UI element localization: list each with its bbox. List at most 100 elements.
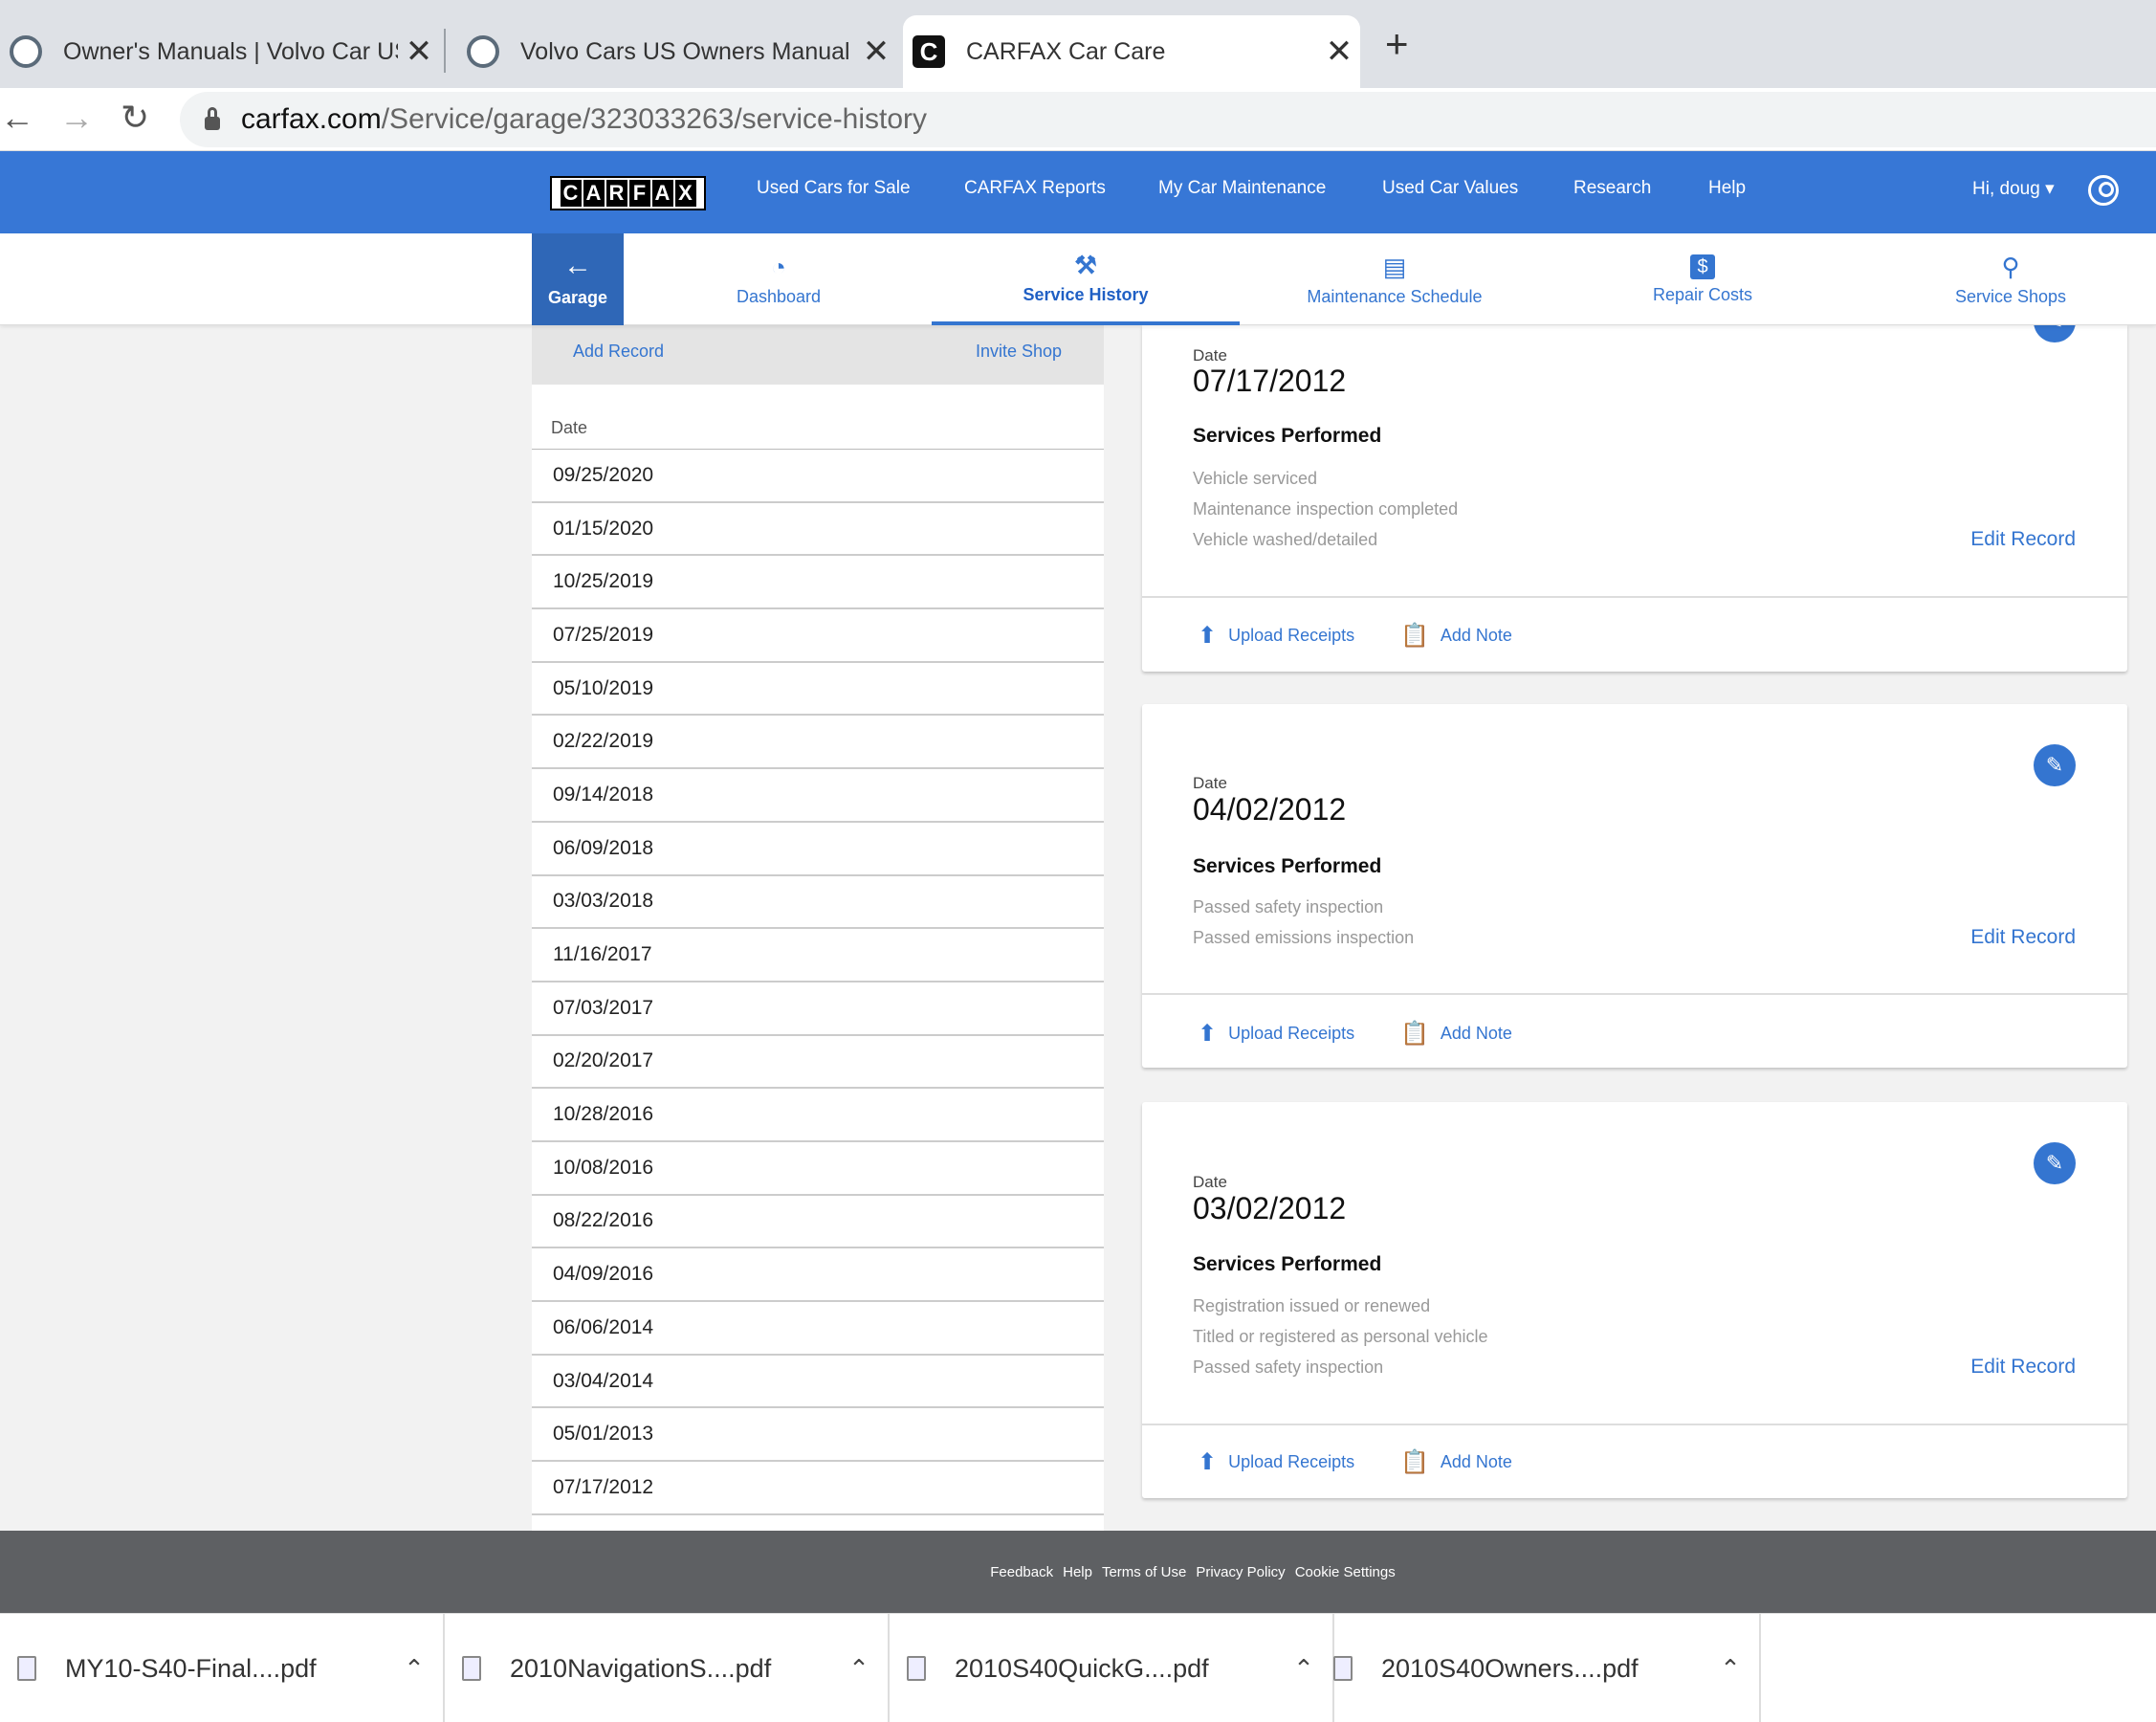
upload-receipts-button[interactable]: ⬆ Upload Receipts bbox=[1198, 622, 1354, 650]
browser-tab-active[interactable]: C CARFAX Car Care ✕ bbox=[903, 15, 1360, 88]
address-bar: ← → ↻ carfax.com /Service/garage/3230332… bbox=[0, 88, 2156, 151]
list-item[interactable]: 10/25/2019 bbox=[532, 556, 1104, 610]
upload-receipts-button[interactable]: ⬆ Upload Receipts bbox=[1198, 1020, 1354, 1048]
back-arrow-icon: ← bbox=[563, 249, 592, 281]
tab-maintenance-schedule[interactable]: ▤ Maintenance Schedule bbox=[1282, 233, 1507, 325]
caret-down-icon: ▾ bbox=[2045, 179, 2055, 199]
nav-used-car-values[interactable]: Used Car Values bbox=[1382, 178, 1518, 199]
account-icon[interactable] bbox=[2088, 175, 2119, 206]
tab-label: Service History bbox=[1023, 284, 1149, 304]
nav-used-cars[interactable]: Used Cars for Sale bbox=[757, 178, 911, 199]
date-label: Date bbox=[1193, 1173, 1227, 1191]
browser-tab[interactable]: Volvo Cars US Owners Manual ✕ bbox=[457, 15, 897, 88]
list-item[interactable]: 06/06/2014 bbox=[532, 1302, 1104, 1356]
services-title: Services Performed bbox=[1193, 1253, 1382, 1275]
edit-record-link[interactable]: Edit Record bbox=[1970, 1356, 2076, 1379]
list-item[interactable]: 07/17/2012 bbox=[532, 1515, 1104, 1531]
list-item[interactable]: 10/28/2016 bbox=[532, 1089, 1104, 1142]
list-item[interactable]: 11/16/2017 bbox=[532, 929, 1104, 982]
close-icon[interactable]: ✕ bbox=[855, 33, 897, 71]
list-item[interactable]: 07/03/2017 bbox=[532, 982, 1104, 1036]
tab-title: CARFAX Car Care bbox=[966, 37, 1166, 65]
edit-record-link[interactable]: Edit Record bbox=[1970, 926, 2076, 949]
service-item: Passed safety inspection bbox=[1193, 1358, 1384, 1377]
logo-letter: R bbox=[605, 180, 627, 207]
list-item[interactable]: 09/25/2020 bbox=[532, 450, 1104, 503]
tools-icon: ⚒ bbox=[1074, 250, 1097, 279]
browser-tab[interactable]: Owner's Manuals | Volvo Car US ✕ bbox=[0, 15, 440, 88]
upload-receipts-button[interactable]: ⬆ Upload Receipts bbox=[1198, 1448, 1354, 1476]
footer-terms-link[interactable]: Terms of Use bbox=[1102, 1564, 1186, 1580]
list-item[interactable]: 05/10/2019 bbox=[532, 663, 1104, 717]
list-item[interactable]: 05/01/2013 bbox=[532, 1408, 1104, 1463]
carfax-logo[interactable]: C A R F A X bbox=[550, 176, 706, 210]
close-icon[interactable]: ✕ bbox=[1318, 33, 1360, 71]
list-item[interactable]: 02/20/2017 bbox=[532, 1036, 1104, 1090]
chevron-up-icon[interactable]: ⌃ bbox=[385, 1654, 443, 1684]
url-input[interactable]: carfax.com /Service/garage/323033263/ser… bbox=[180, 92, 2156, 147]
list-item[interactable]: 03/04/2014 bbox=[532, 1356, 1104, 1409]
list-item[interactable]: 06/09/2018 bbox=[532, 823, 1104, 876]
magic-wand-icon[interactable]: ✎ bbox=[2034, 1142, 2076, 1184]
list-item[interactable]: 04/09/2016 bbox=[532, 1248, 1104, 1302]
add-record-link[interactable]: Add Record bbox=[573, 342, 664, 362]
nav-help[interactable]: Help bbox=[1708, 178, 1746, 199]
upload-label: Upload Receipts bbox=[1228, 1024, 1355, 1043]
service-record-card: ✎ Date 04/02/2012 Services Performed Pas… bbox=[1142, 704, 2127, 1068]
download-filename: MY10-S40-Final....pdf bbox=[65, 1653, 317, 1683]
tab-service-shops[interactable]: ⚲ Service Shops bbox=[1942, 233, 2079, 325]
edit-record-link[interactable]: Edit Record bbox=[1970, 528, 2076, 551]
footer-help-link[interactable]: Help bbox=[1063, 1564, 1092, 1580]
tab-repair-costs[interactable]: $ Repair Costs bbox=[1626, 233, 1779, 325]
download-item[interactable]: MY10-S40-Final....pdf ⌃ bbox=[0, 1614, 445, 1722]
clipboard-icon: 📋 bbox=[1400, 623, 1429, 649]
date-rows: 09/25/2020 01/15/2020 10/25/2019 07/25/2019… bbox=[532, 449, 1104, 1531]
add-note-button[interactable]: 📋 Add Note bbox=[1400, 1448, 1512, 1476]
magic-wand-icon[interactable]: ✎ bbox=[2034, 744, 2076, 786]
footer-privacy-link[interactable]: Privacy Policy bbox=[1196, 1564, 1285, 1580]
list-item[interactable]: 02/22/2019 bbox=[532, 716, 1104, 770]
list-item[interactable]: 10/08/2016 bbox=[532, 1142, 1104, 1196]
pdf-file-icon bbox=[1333, 1656, 1353, 1681]
list-item[interactable]: 01/15/2020 bbox=[532, 503, 1104, 557]
tab-dashboard[interactable]: ◔ Dashboard bbox=[700, 233, 857, 325]
upload-icon: ⬆ bbox=[1198, 623, 1218, 649]
list-item[interactable]: 03/03/2018 bbox=[532, 876, 1104, 930]
list-item[interactable]: 07/25/2019 bbox=[532, 609, 1104, 663]
new-tab-icon[interactable]: + bbox=[1385, 21, 1409, 67]
add-note-button[interactable]: 📋 Add Note bbox=[1400, 1020, 1512, 1048]
list-item[interactable]: 08/22/2016 bbox=[532, 1196, 1104, 1249]
tab-separator bbox=[444, 29, 446, 73]
upload-icon: ⬆ bbox=[1198, 1021, 1218, 1047]
tab-service-history[interactable]: ⚒ Service History bbox=[932, 233, 1240, 325]
garage-button[interactable]: ← Garage bbox=[532, 233, 624, 325]
reload-icon[interactable]: ↻ bbox=[121, 98, 149, 138]
chevron-up-icon[interactable]: ⌃ bbox=[830, 1654, 888, 1684]
add-note-button[interactable]: 📋 Add Note bbox=[1400, 622, 1512, 650]
user-menu[interactable]: Hi, doug ▾ bbox=[1972, 178, 2055, 200]
forward-arrow-icon[interactable]: → bbox=[59, 98, 94, 138]
download-item[interactable]: 2010NavigationS....pdf ⌃ bbox=[445, 1614, 890, 1722]
close-icon[interactable]: ✕ bbox=[398, 33, 440, 71]
nav-research[interactable]: Research bbox=[1573, 178, 1651, 199]
footer-feedback-link[interactable]: Feedback bbox=[990, 1564, 1053, 1580]
speedometer-icon: ◔ bbox=[771, 252, 786, 281]
pdf-file-icon bbox=[462, 1656, 481, 1681]
list-item[interactable]: 09/14/2018 bbox=[532, 769, 1104, 823]
download-item[interactable]: 2010S40QuickG....pdf ⌃ bbox=[890, 1614, 1334, 1722]
back-arrow-icon[interactable]: ← bbox=[0, 98, 34, 138]
download-item[interactable]: 2010S40Owners....pdf ⌃ bbox=[1316, 1614, 1761, 1722]
add-note-label: Add Note bbox=[1440, 1452, 1512, 1471]
download-filename: 2010S40Owners....pdf bbox=[1381, 1653, 1639, 1683]
lock-icon bbox=[205, 107, 220, 130]
record-date: 03/02/2012 bbox=[1193, 1191, 1347, 1225]
invite-shop-link[interactable]: Invite Shop bbox=[976, 342, 1062, 362]
nav-my-car-maintenance[interactable]: My Car Maintenance bbox=[1158, 178, 1326, 199]
list-item[interactable]: 07/17/2012 bbox=[532, 1462, 1104, 1515]
record-date: 07/17/2012 bbox=[1193, 364, 1347, 398]
nav-carfax-reports[interactable]: CARFAX Reports bbox=[964, 178, 1106, 199]
footer-cookie-settings-link[interactable]: Cookie Settings bbox=[1295, 1564, 1396, 1580]
chevron-up-icon[interactable]: ⌃ bbox=[1702, 1654, 1759, 1684]
sub-nav: ← Garage ◔ Dashboard ⚒ Service History ▤… bbox=[0, 233, 2156, 325]
card-divider bbox=[1142, 596, 2127, 598]
